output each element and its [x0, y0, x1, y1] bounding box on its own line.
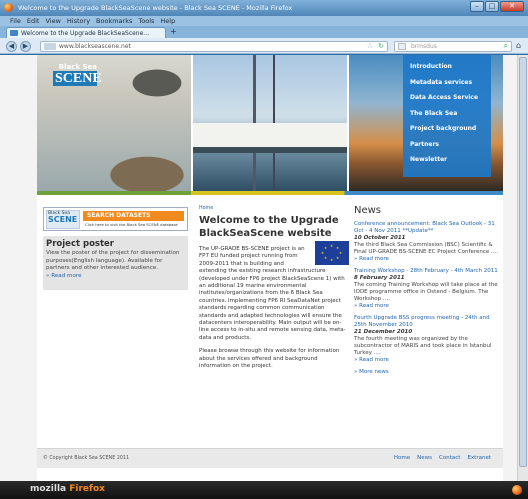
- news-summary: The third Black Sea Commission (BSC) Sci…: [354, 242, 499, 255]
- nav-the-black-sea[interactable]: The Black Sea: [403, 106, 491, 122]
- window-controls: – □ ✕: [470, 1, 524, 12]
- browser-tab[interactable]: Welcome to the Upgrade BlackSeaScene...: [6, 27, 166, 38]
- menu-edit[interactable]: Edit: [27, 17, 40, 25]
- poster-text: View the poster of the project for disse…: [46, 250, 180, 272]
- search-engine-icon[interactable]: [398, 43, 406, 50]
- news-item: Conference announcement: Black Sea Outlo…: [354, 221, 500, 263]
- footer-link-extranet[interactable]: Extranet: [467, 455, 491, 461]
- breadcrumb[interactable]: Home: [199, 206, 349, 211]
- site-footer: © Copyright Black Sea SCENE 2011 Home Ne…: [37, 448, 503, 468]
- mozilla-firefox-wordmark: mozilla Firefox: [30, 484, 105, 494]
- news-heading: News: [354, 205, 382, 216]
- url-text: www.blackseascene.net: [59, 43, 131, 50]
- window-titlebar: Welcome to the Upgrade BlackSeaScene web…: [0, 0, 528, 16]
- banner-color-stripe: [37, 191, 503, 195]
- poster-title: Project poster: [46, 239, 115, 249]
- nav-newsletter[interactable]: Newsletter: [403, 152, 491, 168]
- menu-tools[interactable]: Tools: [138, 17, 154, 25]
- nav-introduction[interactable]: Introduction: [403, 59, 491, 75]
- poster-read-more-link[interactable]: » Read more: [46, 273, 185, 279]
- news-title-link[interactable]: Conference announcement: Black Sea Outlo…: [354, 221, 500, 235]
- home-icon[interactable]: ⌂: [516, 41, 526, 51]
- footer-link-contact[interactable]: Contact: [439, 455, 460, 461]
- forward-arrow-icon[interactable]: ▶: [20, 41, 31, 52]
- bookmark-star-icon[interactable]: ☆: [367, 42, 373, 50]
- news-summary: The fourth meeting was organized by the …: [354, 336, 492, 356]
- close-button[interactable]: ✕: [500, 1, 524, 12]
- window-title: Welcome to the Upgrade BlackSeaScene web…: [18, 4, 293, 12]
- nav-metadata-services[interactable]: Metadata services: [403, 75, 491, 91]
- nav-data-access-service[interactable]: Data Access Service: [403, 90, 491, 106]
- footer-links: Home News Contact Extranet: [394, 455, 491, 461]
- project-poster-box: Project poster View the poster of the pr…: [43, 236, 188, 290]
- news-date: 10 October 2011: [354, 235, 406, 241]
- page-viewport: Black Sea SCENE Introduction Metadata se…: [0, 55, 528, 481]
- menu-view[interactable]: View: [45, 17, 60, 25]
- navigation-toolbar: ◀ ▶ www.blackseascene.net ☆ ↻ brmsdus ⌕ …: [0, 38, 528, 54]
- logo-main-text: SCENE: [53, 71, 102, 86]
- search-datasets-banner[interactable]: Black Sea SCENE SEARCH DATASETS Click he…: [43, 207, 188, 231]
- news-date: 21 December 2010: [354, 329, 413, 335]
- reload-icon[interactable]: ↻: [378, 42, 384, 50]
- eu-flag-icon: ★ ★ ★ ★ ★ ★ ★ ★: [315, 241, 349, 265]
- news-item: Training Workshop - 28th February - 4th …: [354, 268, 500, 310]
- brand-firefox: Firefox: [69, 484, 105, 494]
- news-read-more-link[interactable]: » Read more: [354, 256, 500, 263]
- tab-label: Welcome to the Upgrade BlackSeaScene...: [21, 30, 150, 37]
- news-column: News Conference announcement: Black Sea …: [354, 205, 500, 375]
- search-icon[interactable]: ⌕: [504, 41, 508, 51]
- footer-link-news[interactable]: News: [417, 455, 432, 461]
- news-read-more-link[interactable]: » Read more: [354, 303, 500, 310]
- brand-mozilla: mozilla: [30, 484, 70, 494]
- menu-help[interactable]: Help: [160, 17, 175, 25]
- nav-project-background[interactable]: Project background: [403, 121, 491, 137]
- back-arrow-icon[interactable]: ◀: [6, 41, 17, 52]
- page-title: Welcome to the Upgrade BlackSeaScene web…: [199, 215, 339, 239]
- web-page: Black Sea SCENE Introduction Metadata se…: [37, 55, 503, 481]
- taskbar: mozilla Firefox: [0, 481, 528, 499]
- minimize-button[interactable]: –: [470, 1, 484, 12]
- menu-bookmarks[interactable]: Bookmarks: [96, 17, 132, 25]
- browse-paragraph: Please browse through this website for i…: [199, 348, 340, 370]
- scrollbar-thumb[interactable]: [519, 57, 527, 467]
- banner-photo-ship: [193, 55, 347, 191]
- news-summary: The coming Training Workshop will take p…: [354, 282, 498, 302]
- firefox-tray-icon[interactable]: [512, 485, 522, 495]
- search-datasets-logo-main: SCENE: [48, 215, 78, 224]
- nav-partners[interactable]: Partners: [403, 137, 491, 153]
- search-datasets-logo: Black Sea SCENE: [46, 210, 80, 229]
- menu-bar: File Edit View History Bookmarks Tools H…: [0, 16, 528, 26]
- left-column: Black Sea SCENE SEARCH DATASETS Click he…: [43, 207, 188, 290]
- site-logo[interactable]: Black Sea SCENE: [53, 63, 102, 97]
- menu-file[interactable]: File: [10, 17, 21, 25]
- maximize-button[interactable]: □: [485, 1, 499, 12]
- search-bar[interactable]: brmsdus ⌕: [394, 41, 512, 52]
- copyright-text: © Copyright Black Sea SCENE 2011: [43, 456, 130, 461]
- tab-bar: Welcome to the Upgrade BlackSeaScene... …: [0, 26, 528, 38]
- search-placeholder: brmsdus: [411, 43, 437, 50]
- more-news-link[interactable]: » More news: [354, 369, 500, 375]
- news-title-link[interactable]: Training Workshop - 28th February - 4th …: [354, 268, 500, 275]
- footer-link-home[interactable]: Home: [394, 455, 410, 461]
- new-tab-button[interactable]: +: [170, 28, 177, 36]
- site-favicon-icon: [10, 30, 18, 36]
- firefox-icon: [4, 3, 13, 12]
- header-banner: Black Sea SCENE Introduction Metadata se…: [37, 55, 503, 195]
- logo-top-text: Black Sea: [58, 63, 97, 71]
- vertical-scrollbar[interactable]: [517, 55, 528, 481]
- main-content: Home Welcome to the Upgrade BlackSeaScen…: [199, 206, 349, 371]
- search-datasets-button[interactable]: SEARCH DATASETS: [83, 211, 184, 221]
- menu-history[interactable]: History: [67, 17, 90, 25]
- news-read-more-link[interactable]: » Read more: [354, 357, 500, 364]
- search-datasets-caption: Click here to visit the Black Sea SCENE …: [85, 222, 178, 227]
- site-identity-icon[interactable]: [44, 43, 56, 50]
- address-bar[interactable]: www.blackseascene.net ☆ ↻: [40, 41, 388, 52]
- news-date: 8 February 2011: [354, 275, 405, 281]
- main-navigation: Introduction Metadata services Data Acce…: [403, 55, 491, 177]
- news-item: Fourth Upgrade BSS progress meeting - 24…: [354, 315, 500, 364]
- news-title-link[interactable]: Fourth Upgrade BSS progress meeting - 24…: [354, 315, 500, 329]
